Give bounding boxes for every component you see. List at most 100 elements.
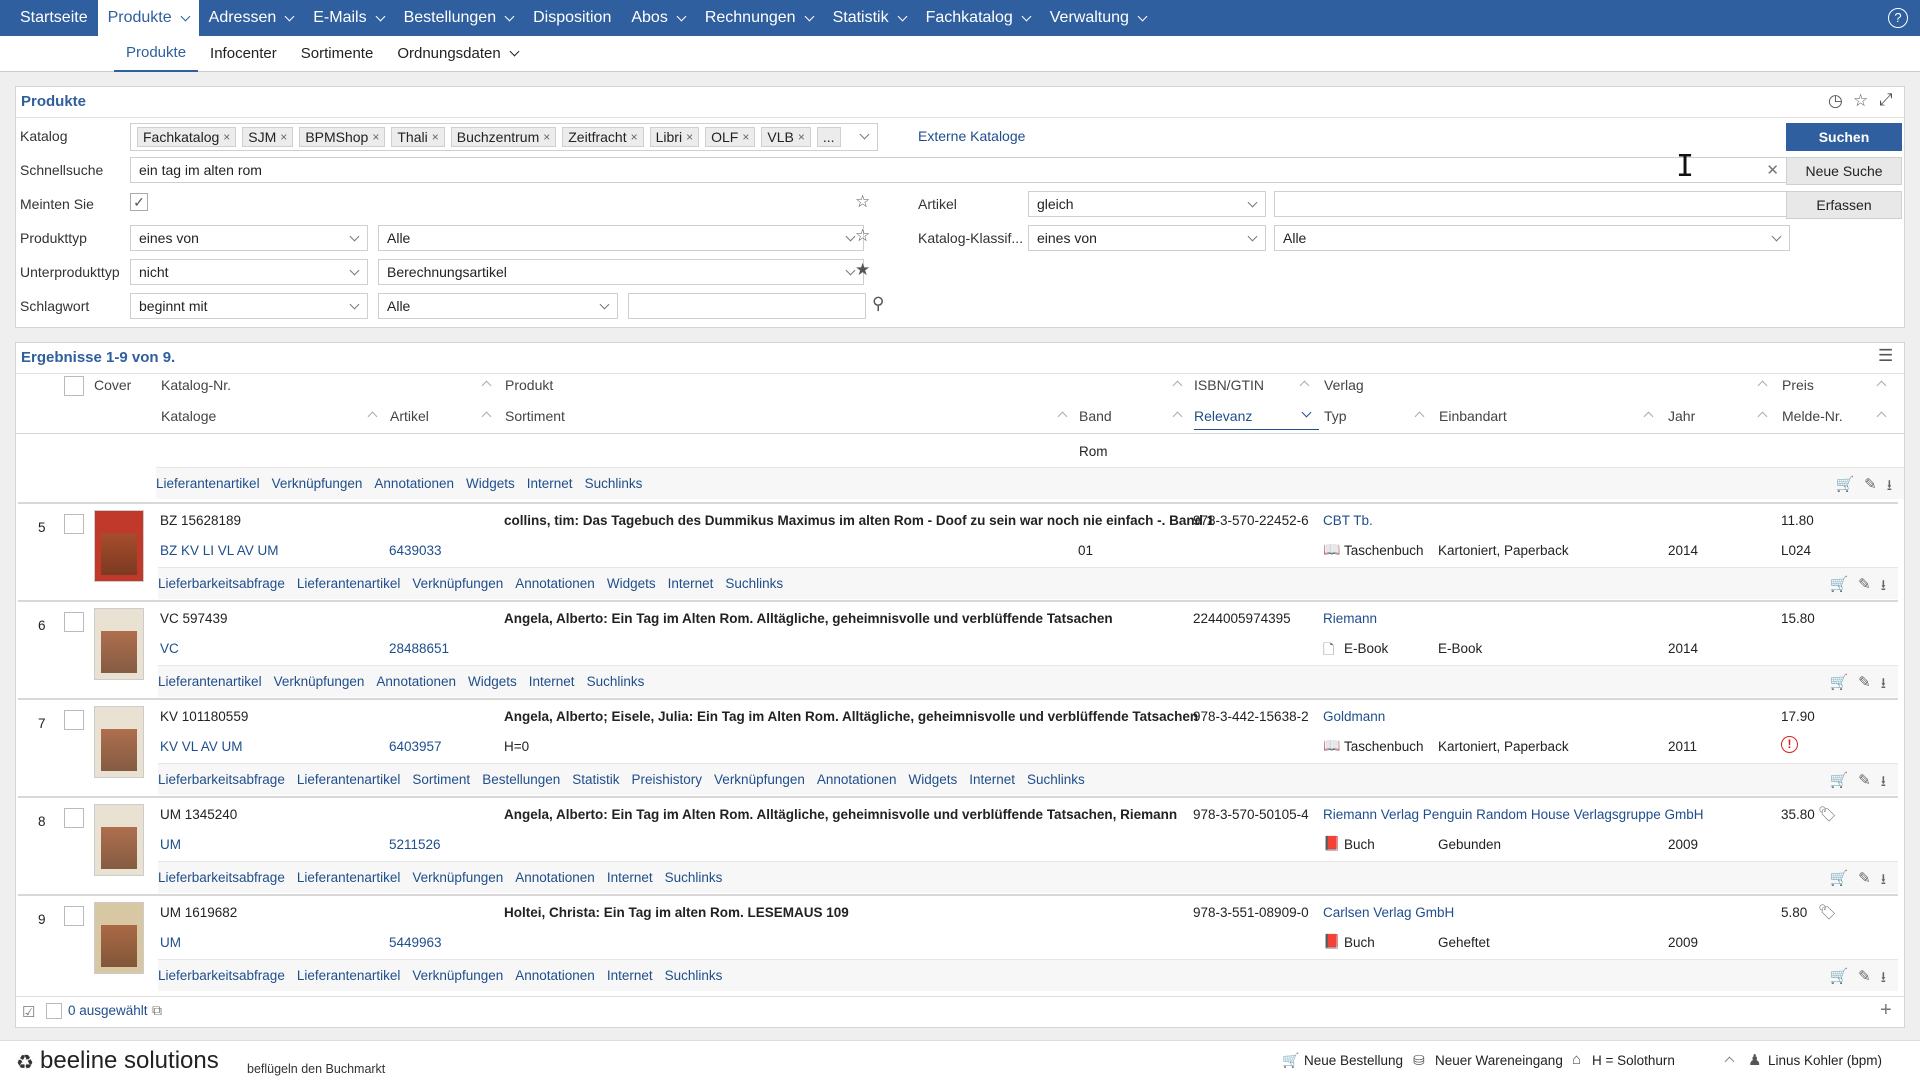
artikel-link[interactable]: 6403957	[389, 739, 442, 754]
edit-icon[interactable]: ✎	[1858, 967, 1871, 992]
schlagwort-value-select[interactable]: Alle	[378, 293, 618, 319]
row-checkbox[interactable]	[64, 906, 84, 926]
subnav-sortimente[interactable]: Sortimente	[289, 36, 386, 72]
row-link[interactable]: Annotationen	[817, 772, 897, 787]
kataloge-header[interactable]: Kataloge	[161, 408, 216, 424]
star-filled-icon[interactable]: ★	[855, 261, 870, 278]
meldenr-header[interactable]: Melde-Nr.	[1782, 408, 1843, 424]
row-link[interactable]: Verknüpfungen	[412, 870, 503, 885]
row-link[interactable]: Suchlinks	[725, 576, 783, 591]
artikel-operator-select[interactable]: gleich	[1028, 191, 1266, 217]
sort-icon[interactable]	[1757, 411, 1768, 422]
sort-icon[interactable]	[1172, 411, 1183, 422]
product-title[interactable]: collins, tim: Das Tagebuch des Dummikus …	[504, 513, 1214, 528]
isbn-header[interactable]: ISBN/GTIN	[1194, 377, 1264, 393]
nav-statistik[interactable]: Statistik	[823, 0, 916, 36]
klassifikation-value-select[interactable]: Alle	[1274, 225, 1790, 251]
relevanz-header[interactable]: Relevanz	[1194, 408, 1319, 430]
copy-icon[interactable]: ⧉	[152, 1002, 162, 1019]
remove-tag-icon[interactable]: ×	[798, 130, 805, 144]
select-none-checkbox[interactable]	[46, 1003, 62, 1019]
row-link[interactable]: Widgets	[468, 674, 517, 689]
edit-icon[interactable]: ✎	[1858, 869, 1871, 894]
sort-icon[interactable]	[1057, 411, 1068, 422]
cover-image[interactable]	[94, 608, 144, 680]
new-order-link[interactable]: Neue Bestellung	[1304, 1053, 1403, 1068]
katalognr-header[interactable]: Katalog-Nr.	[161, 377, 231, 393]
nav-adressen[interactable]: Adressen	[199, 0, 304, 36]
row-link[interactable]: Annotationen	[515, 870, 595, 885]
typ-header[interactable]: Typ	[1324, 408, 1347, 424]
remove-tag-icon[interactable]: ×	[372, 130, 379, 144]
row-link[interactable]: Lieferantenartikel	[297, 870, 401, 885]
catalogs-link[interactable]: BZ KV LI VL AV UM	[160, 543, 279, 558]
remove-tag-icon[interactable]: ×	[280, 130, 287, 144]
nav-produkte[interactable]: Produkte	[97, 0, 199, 36]
preis-header[interactable]: Preis	[1782, 377, 1814, 393]
history-icon[interactable]: ◷	[1828, 92, 1843, 109]
sort-icon[interactable]	[1299, 380, 1310, 391]
cover-image[interactable]	[94, 706, 144, 778]
search-button[interactable]: Suchen	[1786, 123, 1902, 151]
product-title[interactable]: Holtei, Christa: Ein Tag im alten Rom. L…	[504, 905, 849, 920]
row-link[interactable]: Verknüpfungen	[412, 576, 503, 591]
schlagwort-operator-select[interactable]: beginnt mit	[130, 293, 368, 319]
cover-image[interactable]	[94, 510, 144, 582]
price-tag-icon[interactable]: 🏷	[1818, 903, 1837, 921]
unterprodukttyp-value-select[interactable]: Berechnungsartikel	[378, 259, 864, 285]
cart-icon[interactable]: 🛒	[1282, 1052, 1299, 1069]
publisher-link[interactable]: CBT Tb.	[1323, 513, 1373, 528]
catalog-tag[interactable]: ...	[816, 127, 841, 147]
product-title[interactable]: Angela, Alberto: Ein Tag im Alten Rom. A…	[504, 611, 1113, 626]
row-link[interactable]: Suchlinks	[1027, 772, 1085, 787]
publisher-link[interactable]: Goldmann	[1323, 709, 1385, 724]
chevron-up-icon[interactable]	[1724, 1056, 1735, 1067]
edit-icon[interactable]: ✎	[1858, 771, 1871, 796]
table-row[interactable]: 8 UM 1345240 Angela, Alberto: Ein Tag im A…	[18, 796, 1898, 893]
branch-indicator[interactable]: H = Solothurn	[1592, 1053, 1675, 1068]
row-link[interactable]: Lieferantenartikel	[297, 968, 401, 983]
catalog-tag[interactable]: OLF ×	[705, 127, 756, 147]
cover-image[interactable]	[94, 902, 144, 974]
new-search-button[interactable]: Neue Suche	[1786, 157, 1902, 185]
star-icon[interactable]: ☆	[855, 193, 870, 210]
sortiment-header[interactable]: Sortiment	[505, 408, 565, 424]
table-row[interactable]: 9 UM 1619682 Holtei, Christa: Ein Tag im a…	[18, 894, 1898, 991]
export-icon[interactable]: ⭳	[1887, 475, 1892, 500]
artikel-link[interactable]: 6439033	[389, 543, 442, 558]
sort-icon[interactable]	[1643, 411, 1654, 422]
artikel-link[interactable]: 5449963	[389, 935, 442, 950]
product-title[interactable]: Angela, Alberto; Eisele, Julia: Ein Tag …	[504, 709, 1198, 724]
nav-rechnungen[interactable]: Rechnungen	[695, 0, 823, 36]
cart-icon[interactable]: 🛒	[1829, 575, 1848, 600]
cart-icon[interactable]: 🛒	[1829, 869, 1848, 894]
star-icon[interactable]: ☆	[855, 227, 870, 244]
nav-fachkatalog[interactable]: Fachkatalog	[916, 0, 1040, 36]
row-link[interactable]: Lieferbarkeitsabfrage	[158, 870, 285, 885]
row-link[interactable]: Lieferantenartikel	[297, 772, 401, 787]
column-settings-icon[interactable]: ☰	[1878, 347, 1893, 364]
remove-tag-icon[interactable]: ×	[686, 130, 693, 144]
jahr-header[interactable]: Jahr	[1668, 408, 1695, 424]
artikel-header[interactable]: Artikel	[390, 408, 429, 424]
row-link[interactable]: Suchlinks	[665, 968, 723, 983]
produkt-header[interactable]: Produkt	[505, 377, 553, 393]
row-checkbox[interactable]	[64, 808, 84, 828]
artikel-link[interactable]: 28488651	[389, 641, 449, 656]
subnav-ordnungsdaten[interactable]: Ordnungsdaten	[385, 36, 529, 72]
row-link[interactable]: Verknüpfungen	[274, 674, 365, 689]
row-link[interactable]: Lieferantenartikel	[297, 576, 401, 591]
row-link[interactable]: Annotationen	[515, 576, 595, 591]
row-link[interactable]: Verknüpfungen	[272, 476, 363, 491]
export-icon[interactable]: ⭳	[1881, 869, 1886, 894]
einbandart-header[interactable]: Einbandart	[1439, 408, 1507, 424]
new-goods-receipt-link[interactable]: Neuer Wareneingang	[1435, 1053, 1563, 1068]
catalog-tag[interactable]: VLB ×	[761, 127, 811, 147]
row-link[interactable]: Lieferbarkeitsabfrage	[158, 576, 285, 591]
remove-tag-icon[interactable]: ×	[432, 130, 439, 144]
sort-icon[interactable]	[367, 411, 378, 422]
select-mode-icon[interactable]: ☑	[22, 1003, 35, 1021]
edit-icon[interactable]: ✎	[1864, 475, 1877, 500]
sort-icon[interactable]	[1757, 380, 1768, 391]
cart-icon[interactable]: 🛒	[1829, 673, 1848, 698]
